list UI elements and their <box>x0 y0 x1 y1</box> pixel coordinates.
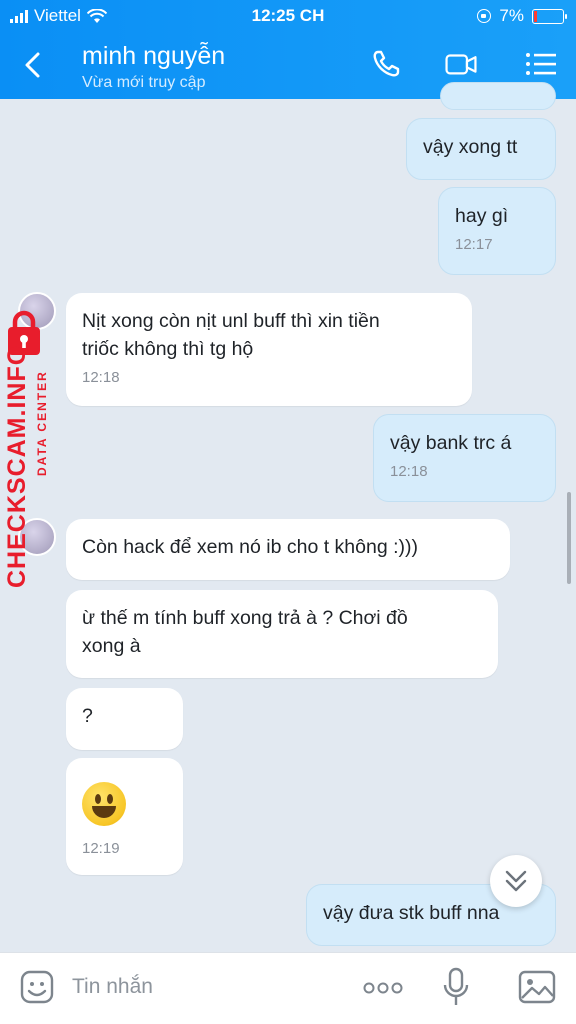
message-text: ? <box>82 705 93 727</box>
message-bubble-incoming[interactable]: Còn hack để xem nó ib cho t không :))) <box>66 519 510 580</box>
message-input[interactable]: Tin nhắn <box>72 975 153 999</box>
message-text: Còn hack để xem nó ib cho t không :))) <box>82 536 419 558</box>
message-bubble-incoming[interactable]: 12:19 <box>66 758 183 875</box>
microphone-icon[interactable] <box>442 967 470 1009</box>
image-gallery-icon[interactable] <box>518 970 556 1004</box>
double-chevron-down-icon <box>505 870 527 892</box>
message-bubble-outgoing[interactable]: vậy xong tt <box>406 118 556 180</box>
status-right: 7% <box>477 6 567 26</box>
message-text-line: xong à <box>82 635 141 657</box>
message-bubble-incoming[interactable]: Nịt xong còn nịt unl buff thì xin tiền t… <box>66 293 472 406</box>
sticker-emoji-icon[interactable] <box>20 970 54 1006</box>
presence-status: Vừa mới truy cập <box>82 74 206 91</box>
status-bar: Viettel 12:25 CH 7% <box>0 0 576 32</box>
watermark-brand: CHECKSCAM.INFO <box>3 344 31 588</box>
back-arrow-icon[interactable] <box>18 50 48 80</box>
message-text: vậy xong tt <box>423 136 518 158</box>
message-time: 12:19 <box>82 840 120 857</box>
scroll-to-bottom-button[interactable] <box>490 855 542 907</box>
rotation-lock-icon <box>477 9 492 23</box>
message-time: 12:18 <box>390 463 428 480</box>
more-options-icon[interactable] <box>362 981 404 995</box>
menu-list-icon[interactable] <box>524 48 558 80</box>
message-text-line: triốc không thì tg hộ <box>82 338 254 360</box>
message-bubble-outgoing[interactable]: vậy bank trc á 12:18 <box>373 414 556 502</box>
message-bubble-outgoing[interactable]: hay gì 12:17 <box>438 187 556 275</box>
message-text: vậy bank trc á <box>390 432 512 454</box>
phone-call-icon[interactable] <box>370 48 404 80</box>
contact-name[interactable]: minh nguyễn <box>82 42 225 71</box>
video-call-icon[interactable] <box>444 48 478 80</box>
message-composer: Tin nhắn <box>0 952 576 1024</box>
watermark-tagline: DATA CENTER <box>35 370 49 476</box>
message-bubble-incoming[interactable]: ? <box>66 688 183 750</box>
message-text-line: Nịt xong còn nịt unl buff thì xin tiền <box>82 310 380 332</box>
battery-percent: 7% <box>499 6 524 25</box>
message-time: 12:18 <box>82 369 120 386</box>
grinning-face-emoji-icon <box>82 782 126 826</box>
message-text-line: ừ thế m tính buff xong trả à ? Chơi đồ <box>82 607 408 629</box>
message-text: hay gì <box>455 205 509 227</box>
message-bubble-incoming[interactable]: ừ thế m tính buff xong trả à ? Chơi đồ x… <box>66 590 498 678</box>
scrollbar[interactable] <box>567 492 571 584</box>
battery-icon <box>532 8 567 24</box>
message-bubble-partial[interactable] <box>440 82 556 110</box>
message-time: 12:17 <box>455 236 493 253</box>
